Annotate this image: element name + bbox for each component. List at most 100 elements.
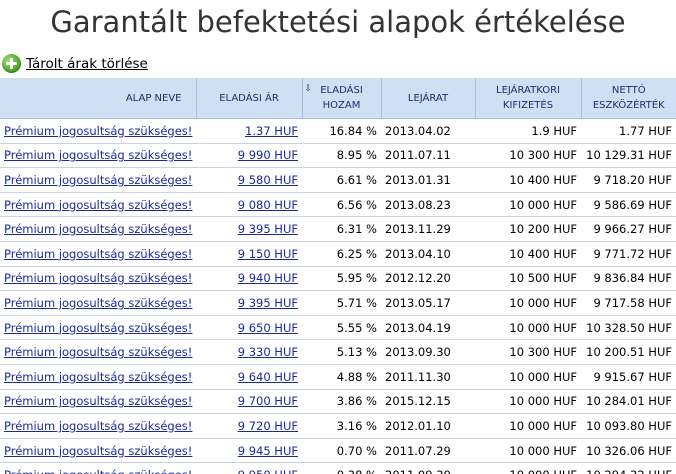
maturity-cell: 2015.12.15 [381, 389, 475, 415]
column-header-maturity-label: LEJÁRAT [407, 92, 449, 104]
funds-table: ALAP NEVE ELADÁSI ÁR ⇩ ELADÁSI HOZAM LEJ… [0, 78, 676, 474]
price-link[interactable]: 9 580 HUF [238, 173, 298, 187]
nav-cell: 9 836.84 HUF [581, 266, 676, 292]
nav-cell: 1.77 HUF [581, 118, 676, 144]
payout-cell: 10 500 HUF [475, 266, 581, 292]
fund-name-link[interactable]: Prémium jogosultság szükséges! [4, 222, 192, 236]
price-link[interactable]: 9 395 HUF [238, 222, 298, 236]
column-header-price[interactable]: ELADÁSI ÁR [195, 78, 302, 119]
nav-cell: 9 717.58 HUF [581, 290, 676, 316]
payout-cell: 10 300 HUF [475, 339, 581, 365]
fund-name-link[interactable]: Prémium jogosultság szükséges! [4, 394, 192, 408]
fund-name-link[interactable]: Prémium jogosultság szükséges! [4, 198, 192, 212]
price-link[interactable]: 1.37 HUF [245, 124, 298, 138]
fund-name-link[interactable]: Prémium jogosultság szükséges! [4, 124, 192, 138]
table-row: Prémium jogosultság szükséges! 1.37 HUF … [0, 118, 676, 144]
maturity-cell: 2011.11.30 [381, 364, 475, 390]
fund-name-link[interactable]: Prémium jogosultság szükséges! [4, 247, 192, 261]
fund-name-cell: Prémium jogosultság szükséges! [0, 364, 196, 390]
fund-name-link[interactable]: Prémium jogosultság szükséges! [4, 370, 192, 384]
price-link[interactable]: 9 720 HUF [238, 419, 298, 433]
yield-cell: 16.84 % [302, 118, 381, 144]
column-header-payout-label-2: KIFIZETÉS [502, 100, 554, 111]
maturity-cell: 2013.09.30 [381, 339, 475, 365]
price-link[interactable]: 9 700 HUF [238, 394, 298, 408]
fund-name-link[interactable]: Prémium jogosultság szükséges! [4, 444, 192, 458]
nav-cell: 9 586.69 HUF [581, 192, 676, 218]
price-cell: 9 150 HUF [196, 241, 302, 267]
column-header-yield[interactable]: ⇩ ELADÁSI HOZAM [301, 78, 381, 119]
column-header-maturity[interactable]: LEJÁRAT [380, 78, 475, 119]
payout-cell: 10 300 HUF [475, 143, 581, 169]
fund-name-cell: Prémium jogosultság szükséges! [0, 266, 196, 292]
fund-name-cell: Prémium jogosultság szükséges! [0, 339, 196, 365]
nav-cell: 9 771.72 HUF [581, 241, 676, 267]
payout-cell: 10 000 HUF [475, 389, 581, 415]
yield-cell: 0.38 % [302, 462, 381, 474]
price-link[interactable]: 9 640 HUF [238, 370, 298, 384]
column-header-nav[interactable]: NETTÓ ESZKÖZÉRTÉK [580, 78, 676, 119]
yield-cell: 6.25 % [302, 241, 381, 267]
price-link[interactable]: 9 940 HUF [238, 271, 298, 285]
price-link[interactable]: 9 650 HUF [238, 321, 298, 335]
price-link[interactable]: 9 950 HUF [238, 468, 298, 474]
nav-cell: 10 129.31 HUF [581, 143, 676, 169]
column-header-price-label: ELADÁSI ÁR [219, 92, 279, 104]
table-row: Prémium jogosultság szükséges! 9 700 HUF… [0, 389, 676, 415]
table-row: Prémium jogosultság szükséges! 9 080 HUF… [0, 192, 676, 218]
fund-name-cell: Prémium jogosultság szükséges! [0, 167, 196, 193]
column-header-nav-label-2: ESZKÖZÉRTÉK [592, 100, 665, 111]
yield-cell: 4.88 % [302, 364, 381, 390]
price-link[interactable]: 9 080 HUF [238, 198, 298, 212]
fund-name-cell: Prémium jogosultság szükséges! [0, 462, 196, 474]
maturity-cell: 2011.07.29 [381, 438, 475, 464]
price-cell: 9 720 HUF [196, 413, 302, 439]
payout-cell: 1.9 HUF [475, 118, 581, 144]
fund-name-link[interactable]: Prémium jogosultság szükséges! [4, 468, 192, 474]
price-cell: 9 700 HUF [196, 389, 302, 415]
fund-name-cell: Prémium jogosultság szükséges! [0, 192, 196, 218]
maturity-cell: 2013.11.29 [381, 216, 475, 242]
table-row: Prémium jogosultság szükséges! 9 945 HUF… [0, 438, 676, 464]
price-cell: 9 080 HUF [196, 192, 302, 218]
clear-stored-prices-label[interactable]: Tárolt árak törlése [26, 56, 148, 72]
fund-name-link[interactable]: Prémium jogosultság szükséges! [4, 321, 192, 335]
fund-name-link[interactable]: Prémium jogosultság szükséges! [4, 173, 192, 187]
add-icon[interactable] [2, 54, 21, 73]
fund-name-link[interactable]: Prémium jogosultság szükséges! [4, 345, 192, 359]
price-link[interactable]: 9 990 HUF [238, 148, 298, 162]
price-cell: 9 650 HUF [196, 315, 302, 341]
column-header-yield-label-1: ELADÁSI [320, 85, 363, 96]
fund-name-cell: Prémium jogosultság szükséges! [0, 143, 196, 169]
maturity-cell: 2011.07.11 [381, 143, 475, 169]
payout-cell: 10 200 HUF [475, 216, 581, 242]
fund-name-link[interactable]: Prémium jogosultság szükséges! [4, 148, 192, 162]
table-row: Prémium jogosultság szükséges! 9 395 HUF… [0, 216, 676, 242]
fund-name-link[interactable]: Prémium jogosultság szükséges! [4, 271, 192, 285]
price-cell: 9 395 HUF [196, 290, 302, 316]
fund-name-link[interactable]: Prémium jogosultság szükséges! [4, 296, 192, 310]
yield-cell: 5.55 % [302, 315, 381, 341]
yield-cell: 3.86 % [302, 389, 381, 415]
fund-name-cell: Prémium jogosultság szükséges! [0, 241, 196, 267]
nav-cell: 9 718.20 HUF [581, 167, 676, 193]
table-row: Prémium jogosultság szükséges! 9 650 HUF… [0, 315, 676, 341]
table-row: Prémium jogosultság szükséges! 9 330 HUF… [0, 339, 676, 365]
yield-cell: 5.71 % [302, 290, 381, 316]
price-link[interactable]: 9 330 HUF [238, 345, 298, 359]
maturity-cell: 2012.12.20 [381, 266, 475, 292]
price-cell: 9 940 HUF [196, 266, 302, 292]
column-header-fund-name[interactable]: ALAP NEVE [0, 78, 196, 119]
fund-name-cell: Prémium jogosultság szükséges! [0, 438, 196, 464]
price-link[interactable]: 9 945 HUF [238, 444, 298, 458]
nav-cell: 10 200.51 HUF [581, 339, 676, 365]
clear-stored-prices-link[interactable]: Tárolt árak törlése [2, 54, 148, 73]
column-header-payout[interactable]: LEJÁRATKORI KIFIZETÉS [474, 78, 581, 119]
sort-down-arrow-icon: ⇩ [304, 84, 313, 94]
column-header-nav-label-1: NETTÓ [611, 85, 646, 96]
price-link[interactable]: 9 150 HUF [238, 247, 298, 261]
table-row: Prémium jogosultság szükséges! 9 580 HUF… [0, 167, 676, 193]
fund-name-link[interactable]: Prémium jogosultság szükséges! [4, 419, 192, 433]
price-link[interactable]: 9 395 HUF [238, 296, 298, 310]
table-row: Prémium jogosultság szükséges! 9 990 HUF… [0, 143, 676, 169]
